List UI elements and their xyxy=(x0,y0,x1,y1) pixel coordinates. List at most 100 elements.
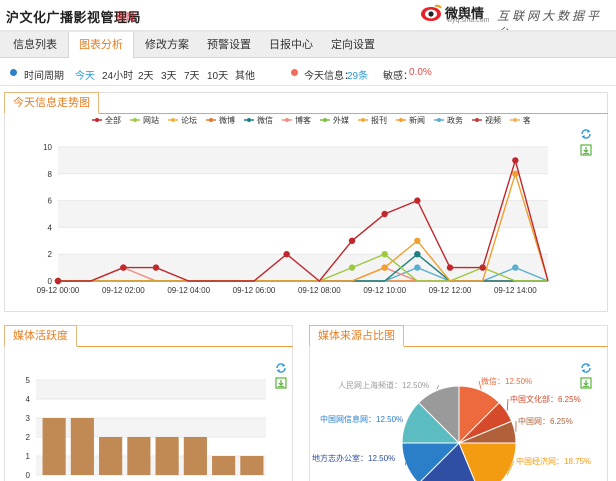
bar-ytick-3: 3 xyxy=(26,414,31,423)
pie-leader-1 xyxy=(506,398,509,411)
trend-point-0-10 xyxy=(381,210,388,218)
trend-point-0-3 xyxy=(152,264,160,271)
period-option-3d[interactable]: 3天 xyxy=(161,67,177,82)
tab-target-settings[interactable]: 定向设置 xyxy=(324,32,382,58)
trend-point-1-10 xyxy=(381,264,388,271)
pie-label-3: 中国经济网：18.75% xyxy=(516,456,591,466)
source-pie-chart: 微信：12.50% 中国文化部：6.25% 中国网：6.25% 中国经济网：18.75… xyxy=(312,376,591,481)
source-panel-head: 媒体来源占比图 xyxy=(309,325,608,347)
period-option-other[interactable]: 其他 xyxy=(235,67,255,82)
trend-chart: 0 2 4 6 8 10 09-12 00:00 09-12 02:00 09-12 04:00… xyxy=(37,143,549,295)
legend-marker-4 xyxy=(247,118,251,122)
app-header: 沪文化广播影视管理局 删除 微舆情 wyq.sina.com 互联网大数据平台 xyxy=(0,0,616,40)
legend-label-1: 网站 xyxy=(143,115,159,125)
legend-marker-8 xyxy=(399,118,403,122)
legend-label-3: 微博 xyxy=(219,115,235,125)
trend-ytick-4: 8 xyxy=(48,170,53,179)
trend-point-0-9 xyxy=(348,237,356,244)
trend-point-0-11 xyxy=(414,197,421,204)
tab-bar: 信息列表 图表分析 修改方案 预警设置 日报中心 定向设置 xyxy=(0,32,616,59)
period-option-today[interactable]: 今天 xyxy=(75,67,95,82)
legend-marker-6 xyxy=(323,118,327,122)
pie-label-2: 中国网：6.25% xyxy=(518,416,573,426)
trend-xtick-3: 09-12 06:00 xyxy=(233,286,276,295)
today-info-value: 29条 xyxy=(347,71,369,82)
trend-ytick-1: 2 xyxy=(48,250,53,259)
sensitivity-value: 0.0% xyxy=(409,67,432,78)
trend-point-3-11 xyxy=(414,251,421,258)
trend-point-5-11 xyxy=(414,264,421,271)
trend-legend: 全部 网站 论坛 微博 微信 博客 外媒 报刊 新闻 政务 视频 客户端 xyxy=(92,115,530,125)
activity-panel-head: 媒体活跃度 xyxy=(4,325,293,347)
bar-ytick-2: 2 xyxy=(26,433,31,442)
activity-bar-2 xyxy=(99,437,123,475)
period-dot-icon xyxy=(10,69,17,76)
tab-chart-analysis[interactable]: 图表分析 xyxy=(68,32,134,59)
logo-eye-icon xyxy=(421,4,442,21)
legend-label-11: 客户端 xyxy=(523,115,530,125)
bar-ytick-4: 4 xyxy=(26,395,31,404)
activity-bar-7 xyxy=(240,456,264,475)
trend-xtick-2: 09-12 04:00 xyxy=(167,286,210,295)
activity-download-icon[interactable] xyxy=(275,377,287,389)
download-icon[interactable] xyxy=(580,144,592,156)
legend-marker-5 xyxy=(285,118,289,122)
trend-band-4 xyxy=(58,147,548,174)
bar-ytick-5: 5 xyxy=(26,376,31,385)
trend-ytick-3: 6 xyxy=(48,197,53,206)
bar-band-2 xyxy=(36,418,266,437)
legend-label-2: 论坛 xyxy=(181,115,197,125)
filter-bar: 时间周期 今天 24小时 2天 3天 7天 10天 其他 今天信息： 29条 敏… xyxy=(0,58,616,86)
period-option-2d[interactable]: 2天 xyxy=(138,67,154,82)
period-option-10d[interactable]: 10天 xyxy=(207,67,228,82)
trend-xtick-5: 09-12 10:00 xyxy=(363,286,406,295)
tab-daily-report[interactable]: 日报中心 xyxy=(262,32,320,58)
trend-xtick-7: 09-12 14:00 xyxy=(494,286,537,295)
trend-point-0-7 xyxy=(283,251,290,258)
trend-band-2 xyxy=(58,200,548,228)
activity-panel-title: 媒体活跃度 xyxy=(4,325,77,347)
delete-link[interactable]: 删除 xyxy=(116,9,136,24)
source-panel-title: 媒体来源占比图 xyxy=(309,325,404,347)
refresh-icon[interactable] xyxy=(580,128,592,140)
legend-label-10: 视频 xyxy=(485,115,501,125)
legend-marker-3 xyxy=(209,118,213,122)
logo-url: wyq.sina.com xyxy=(447,17,490,24)
legend-label-8: 新闻 xyxy=(409,115,425,125)
trend-ytick-2: 4 xyxy=(48,223,53,232)
tab-edit-plan[interactable]: 修改方案 xyxy=(138,32,196,58)
trend-point-1-14 xyxy=(512,170,519,177)
activity-refresh-icon[interactable] xyxy=(275,362,287,374)
pie-label-1: 中国文化部：6.25% xyxy=(510,394,581,404)
trend-point-0-2 xyxy=(120,264,127,271)
today-info-dot-icon xyxy=(291,69,298,76)
legend-marker-2 xyxy=(171,118,175,122)
trend-point-0-13 xyxy=(479,264,486,271)
period-option-7d[interactable]: 7天 xyxy=(184,67,200,82)
legend-label-5: 博客 xyxy=(295,115,311,125)
trend-point-2-9 xyxy=(348,264,356,271)
trend-xtick-1: 09-12 02:00 xyxy=(102,286,145,295)
tab-info-list[interactable]: 信息列表 xyxy=(6,32,64,58)
legend-marker-7 xyxy=(361,118,365,122)
trend-point-0-14 xyxy=(512,157,519,164)
bar-ytick-1: 1 xyxy=(26,452,31,461)
activity-bar-6 xyxy=(212,456,236,475)
legend-label-0: 全部 xyxy=(105,115,121,125)
trend-point-5-14 xyxy=(512,264,519,271)
legend-marker-9 xyxy=(437,118,441,122)
tab-alert-settings[interactable]: 预警设置 xyxy=(200,32,258,58)
pie-label-4: 地方志办公室：12.50% xyxy=(312,453,395,463)
trend-point-0-0 xyxy=(54,277,62,285)
activity-bar-4 xyxy=(155,437,179,475)
trend-point-1-11 xyxy=(414,237,421,244)
trend-xtick-6: 09-12 12:00 xyxy=(429,286,472,295)
period-option-24h[interactable]: 24小时 xyxy=(102,67,133,82)
legend-marker-0 xyxy=(95,118,99,122)
legend-label-7: 报刊 xyxy=(371,115,387,125)
trend-panel-head: 今天信息走势图 xyxy=(4,92,608,114)
pie-label-7: 人民网上海频道：12.50% xyxy=(338,380,429,390)
activity-bar-5 xyxy=(183,437,207,475)
legend-marker-1 xyxy=(133,118,137,122)
trend-xtick-4: 09-12 08:00 xyxy=(298,286,341,295)
